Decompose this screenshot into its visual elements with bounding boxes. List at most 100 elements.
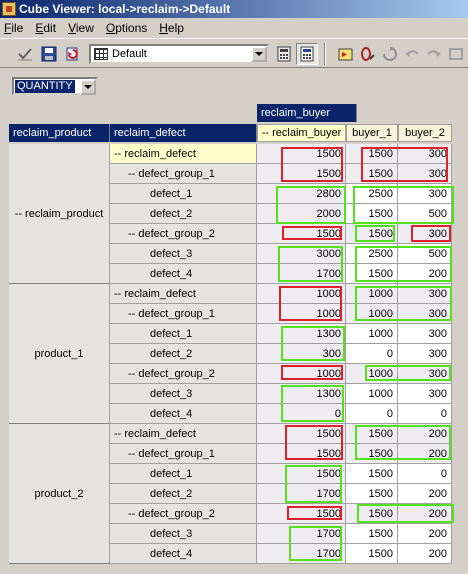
data-cell[interactable]: 300 [398, 324, 452, 344]
data-cell[interactable]: 200 [398, 484, 452, 504]
data-cell[interactable]: 1500 [257, 504, 346, 524]
defect-row-label[interactable]: defect_4 [110, 404, 257, 424]
data-cell[interactable]: 200 [398, 444, 452, 464]
defect-row-label[interactable]: -- defect_group_1 [110, 444, 257, 464]
data-cell[interactable]: 1500 [257, 164, 346, 184]
data-cell[interactable]: 1500 [346, 424, 398, 444]
row-dimension-header-defect[interactable]: reclaim_defect [110, 124, 257, 142]
data-cell[interactable]: 0 [398, 464, 452, 484]
data-cell[interactable]: 1500 [346, 224, 398, 244]
data-cell[interactable]: 0 [346, 404, 398, 424]
defect-row-label[interactable]: defect_1 [110, 464, 257, 484]
data-cell[interactable]: 200 [398, 524, 452, 544]
column-header-reclaim-buyer[interactable]: -- reclaim_buyer [257, 124, 346, 142]
data-cell[interactable]: 1700 [257, 524, 346, 544]
product-group-label[interactable]: product_2 [9, 424, 110, 564]
data-cell[interactable]: 1000 [346, 304, 398, 324]
data-cell[interactable]: 1700 [257, 544, 346, 564]
data-cell[interactable]: 300 [398, 304, 452, 324]
data-cell[interactable]: 1500 [257, 144, 346, 164]
data-cell[interactable]: 1000 [346, 284, 398, 304]
data-cell[interactable]: 200 [398, 424, 452, 444]
data-cell[interactable]: 1000 [346, 384, 398, 404]
undo-icon[interactable] [401, 43, 423, 65]
data-cell[interactable]: 300 [398, 144, 452, 164]
refresh-icon[interactable] [62, 43, 84, 65]
recalculate-check-icon[interactable] [14, 43, 36, 65]
data-cell[interactable]: 200 [398, 504, 452, 524]
data-cell[interactable]: 300 [398, 224, 452, 244]
defect-row-label[interactable]: -- defect_group_1 [110, 164, 257, 184]
defect-row-label[interactable]: defect_2 [110, 344, 257, 364]
data-cell[interactable]: 200 [398, 264, 452, 284]
data-cell[interactable]: 1500 [346, 144, 398, 164]
export-icon[interactable] [445, 43, 467, 65]
defect-row-label[interactable]: defect_4 [110, 264, 257, 284]
menu-file[interactable]: File [4, 21, 23, 35]
data-cell[interactable]: 500 [398, 244, 452, 264]
defect-row-label[interactable]: defect_3 [110, 384, 257, 404]
defect-row-label[interactable]: -- defect_group_2 [110, 364, 257, 384]
data-cell[interactable]: 2800 [257, 184, 346, 204]
defect-row-label[interactable]: defect_1 [110, 324, 257, 344]
data-cell[interactable]: 300 [398, 164, 452, 184]
data-cell[interactable]: 2500 [346, 184, 398, 204]
column-header-buyer-1[interactable]: buyer_1 [346, 124, 398, 142]
data-cell[interactable]: 500 [398, 204, 452, 224]
data-cell[interactable]: 200 [398, 544, 452, 564]
data-cell[interactable]: 1700 [257, 484, 346, 504]
defect-row-label[interactable]: -- reclaim_defect [110, 284, 257, 304]
data-cell[interactable]: 0 [398, 404, 452, 424]
defect-row-label[interactable]: -- defect_group_2 [110, 504, 257, 524]
data-cell[interactable]: 1500 [346, 444, 398, 464]
suppress-zeros-icon[interactable] [334, 43, 356, 65]
data-cell[interactable]: 1000 [346, 324, 398, 344]
data-cell[interactable]: 1000 [257, 364, 346, 384]
chevron-down-icon[interactable] [80, 79, 96, 95]
row-dimension-header-product[interactable]: reclaim_product [9, 124, 110, 142]
column-header-buyer-2[interactable]: buyer_2 [398, 124, 452, 142]
product-group-label[interactable]: -- reclaim_product [9, 144, 110, 284]
chevron-down-icon[interactable] [251, 46, 267, 62]
redo-icon[interactable] [423, 43, 445, 65]
data-cell[interactable]: 1500 [346, 464, 398, 484]
defect-row-label[interactable]: defect_1 [110, 184, 257, 204]
data-cell[interactable]: 300 [398, 384, 452, 404]
data-cell[interactable]: 300 [398, 284, 452, 304]
defect-row-label[interactable]: defect_2 [110, 484, 257, 504]
data-cell[interactable]: 300 [398, 184, 452, 204]
zero-suppression-icon[interactable] [356, 43, 378, 65]
data-cell[interactable]: 1700 [257, 264, 346, 284]
data-cell[interactable]: 2500 [346, 244, 398, 264]
defect-row-label[interactable]: defect_3 [110, 524, 257, 544]
data-cell[interactable]: 1500 [257, 464, 346, 484]
data-cell[interactable]: 1500 [257, 444, 346, 464]
automatic-calculation-icon[interactable] [296, 43, 318, 65]
data-cell[interactable]: 1500 [346, 164, 398, 184]
column-dimension-header[interactable]: reclaim_buyer [257, 104, 357, 122]
data-cell[interactable]: 1300 [257, 324, 346, 344]
defect-row-label[interactable]: -- defect_group_1 [110, 304, 257, 324]
defect-row-label[interactable]: defect_2 [110, 204, 257, 224]
defect-row-label[interactable]: defect_4 [110, 544, 257, 564]
data-cell[interactable]: 1000 [257, 304, 346, 324]
defect-row-label[interactable]: -- reclaim_defect [110, 144, 257, 164]
save-icon[interactable] [38, 43, 60, 65]
product-group-label[interactable]: product_1 [9, 284, 110, 424]
data-cell[interactable]: 0 [346, 344, 398, 364]
defect-row-label[interactable]: -- reclaim_defect [110, 424, 257, 444]
menu-edit[interactable]: Edit [35, 21, 56, 35]
data-cell[interactable]: 300 [257, 344, 346, 364]
data-cell[interactable]: 1500 [346, 264, 398, 284]
calculator-icon[interactable] [273, 43, 295, 65]
data-cell[interactable]: 1500 [346, 544, 398, 564]
data-cell[interactable]: 1300 [257, 384, 346, 404]
rotate-icon[interactable] [379, 43, 401, 65]
data-cell[interactable]: 300 [398, 364, 452, 384]
data-cell[interactable]: 1500 [346, 484, 398, 504]
menu-options[interactable]: Options [106, 21, 147, 35]
data-cell[interactable]: 300 [398, 344, 452, 364]
measure-dropdown[interactable]: QUANTITY [12, 77, 98, 95]
data-cell[interactable]: 1500 [346, 504, 398, 524]
data-cell[interactable]: 1000 [346, 364, 398, 384]
